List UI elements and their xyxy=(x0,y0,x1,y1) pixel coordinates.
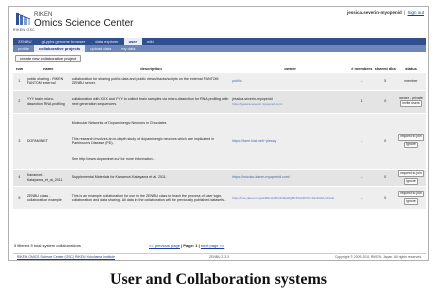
table-row[interactable]: 4 Kanamori-Katayama_et_al_2011 Supplemen… xyxy=(13,168,426,186)
row-number: 4 xyxy=(13,168,26,186)
app-header: RIKEN OSC RIKEN Omics Science Center jes… xyxy=(9,7,428,37)
subnav-upload-data[interactable]: upload data xyxy=(85,45,116,52)
collab-description: Supplemental Materials for Kanamori-Kata… xyxy=(70,168,232,186)
logo-caption: RIKEN OSC xyxy=(13,28,35,32)
collaboration-count: 5 filtered 5 total system collaborations xyxy=(14,243,81,248)
request-to-join-button[interactable]: request to join xyxy=(397,170,425,177)
collab-name[interactable]: Kanamori-Katayama_et_al_2011 xyxy=(25,168,71,186)
collab-owner: https://farm.fcat.net/~plessy xyxy=(231,112,349,169)
collab-name[interactable]: ZENBU class - collaboration example xyxy=(25,185,71,209)
shared-db-count: 0 xyxy=(374,185,396,209)
status-member: member xyxy=(404,78,418,83)
table-row[interactable]: 1 public sharing - RIKEN FANTOM external… xyxy=(13,71,426,90)
member-count: - xyxy=(348,168,375,186)
collab-status: request to join ignore xyxy=(396,185,426,209)
collab-description: collaboration for sharing public data an… xyxy=(70,71,232,90)
create-collaboration-button[interactable]: create new collaborative project xyxy=(15,55,82,62)
ignore-button[interactable]: ignore xyxy=(403,141,419,149)
collab-description: Molecular Networks of Dopaminergic Neuro… xyxy=(70,112,232,169)
status-owner-private: owner - private xyxy=(399,95,423,100)
collab-owner: jessica.severin-myopenid https://jessica… xyxy=(231,89,349,113)
col-header-description[interactable]: description xyxy=(71,64,231,72)
col-header-status[interactable]: status xyxy=(396,64,426,72)
riken-logo-icon xyxy=(15,12,31,25)
owner-link[interactable]: https://mizuko-kanm.myopenid.com/ xyxy=(232,175,290,179)
footer-copyright: Copyright © 2009-2011 RIKEN, Japan. All … xyxy=(334,255,422,259)
collab-status: request to join ignore xyxy=(396,112,426,169)
shared-db-count: 5 xyxy=(374,71,396,90)
col-header-members[interactable]: # members xyxy=(349,64,375,72)
collab-owner: https://mizuko-kanm.myopenid.com/ xyxy=(231,168,349,186)
row-number: 5 xyxy=(13,185,26,209)
row-number: 2 xyxy=(13,89,26,113)
table-header-row: row name description owner # members sha… xyxy=(13,64,426,72)
subnav-my-data[interactable]: my data xyxy=(116,45,140,52)
table-row[interactable]: 2 YYY brain micro-dissection RNA profili… xyxy=(13,89,426,113)
nav-data-explorer[interactable]: data explorer xyxy=(90,38,123,45)
primary-nav: ZENBU gLyphs genome browser data explore… xyxy=(13,38,426,45)
app-window: RIKEN OSC RIKEN Omics Science Center jes… xyxy=(8,6,429,261)
description-line: Molecular Networks of Dopaminergic Neuro… xyxy=(71,120,167,125)
collab-name[interactable]: DOPAMINET xyxy=(25,112,71,169)
user-links-separator: | xyxy=(404,10,406,15)
current-page: | Page: 1 | xyxy=(181,243,200,248)
previous-page-link[interactable]: << previous page xyxy=(149,243,180,248)
slide-caption: User and Collaboration systems xyxy=(109,271,328,288)
ignore-button[interactable]: ignore xyxy=(403,198,419,205)
app-title: Omics Science Center xyxy=(34,18,134,29)
shared-db-count: 0 xyxy=(374,89,396,113)
secondary-nav: profile collaborative projects upload da… xyxy=(13,45,426,52)
collab-name[interactable]: public sharing - RIKEN FANTOM external xyxy=(25,71,71,90)
pagination: << previous page | Page: 1 | next page >… xyxy=(149,243,224,248)
row-number: 1 xyxy=(13,71,26,90)
user-links: jessica.severin-myopenid | Sign out xyxy=(347,10,424,15)
current-user: jessica.severin-myopenid xyxy=(347,10,402,15)
collab-name[interactable]: YYY brain micro-dissection RNA profiling xyxy=(25,89,71,113)
col-header-row[interactable]: row xyxy=(13,64,26,72)
footer-institute-link[interactable]: RIKEN OMICS Science Center (OSC) RIKEN Y… xyxy=(17,255,115,259)
request-to-join-button[interactable]: request to join xyxy=(397,190,425,198)
owner-name[interactable]: jessica.severin-myopenid xyxy=(232,97,272,101)
shared-db-count: 0 xyxy=(374,112,396,169)
table-row[interactable]: 3 DOPAMINET Molecular Networks of Dopami… xyxy=(13,112,426,169)
invite-users-button[interactable]: invite users xyxy=(399,100,423,107)
next-page-link[interactable]: next page >> xyxy=(201,243,224,248)
collab-status: owner - private invite users xyxy=(396,89,426,113)
collab-description: This is an example collaboration for use… xyxy=(70,185,232,209)
col-header-shared-dbs[interactable]: shared dbs xyxy=(375,64,396,72)
sign-out-link[interactable]: Sign out xyxy=(407,10,424,15)
collab-description: collaboration with XXX and YYY to collec… xyxy=(70,89,232,113)
footer-version: ZENBU 2.3.3 xyxy=(209,255,229,259)
collab-status: member xyxy=(396,71,426,90)
owner-link[interactable]: https://me.yahoo.co.jp/a/RRnHvBUr1DEH0QB… xyxy=(232,196,348,200)
owner-link[interactable]: https://farm.fcat.net/~plessy xyxy=(232,139,276,143)
member-count: - xyxy=(348,185,375,209)
member-count: - xyxy=(348,71,375,90)
col-header-name[interactable]: name xyxy=(26,64,71,72)
member-count: 1 xyxy=(348,89,375,113)
nav-glyphs-browser[interactable]: gLyphs genome browser xyxy=(37,38,91,45)
col-header-owner[interactable]: owner xyxy=(231,64,349,72)
owner-link[interactable]: public xyxy=(232,79,241,83)
description-line: See http://www.dopaminet.eu/ for more in… xyxy=(71,157,155,162)
collab-status: request to join ignore xyxy=(396,168,426,186)
nav-zenbu[interactable]: ZENBU xyxy=(13,38,37,45)
shared-db-count: 0 xyxy=(374,168,396,186)
row-number: 3 xyxy=(13,112,26,169)
subnav-profile[interactable]: profile xyxy=(13,45,34,52)
ignore-button[interactable]: ignore xyxy=(403,178,419,185)
table-row[interactable]: 5 ZENBU class - collaboration example Th… xyxy=(13,185,426,209)
description-line: This research involves an in-depth study… xyxy=(71,136,214,145)
collab-owner: public xyxy=(231,71,349,90)
member-count: - xyxy=(348,112,375,169)
request-to-join-button[interactable]: request to join xyxy=(397,133,425,141)
subnav-collaborative-projects[interactable]: collaborative projects xyxy=(33,45,86,52)
collab-owner: https://me.yahoo.co.jp/a/RRnHvBUr1DEH0QB… xyxy=(231,185,349,209)
nav-wiki[interactable]: wiki xyxy=(142,38,159,45)
collaborations-table: row name description owner # members sha… xyxy=(13,64,426,209)
site-footer: RIKEN OMICS Science Center (OSC) RIKEN Y… xyxy=(13,253,426,259)
nav-user[interactable]: user xyxy=(123,38,143,45)
owner-url[interactable]: https://jessica-severin.myopenid.com/ xyxy=(232,102,348,106)
